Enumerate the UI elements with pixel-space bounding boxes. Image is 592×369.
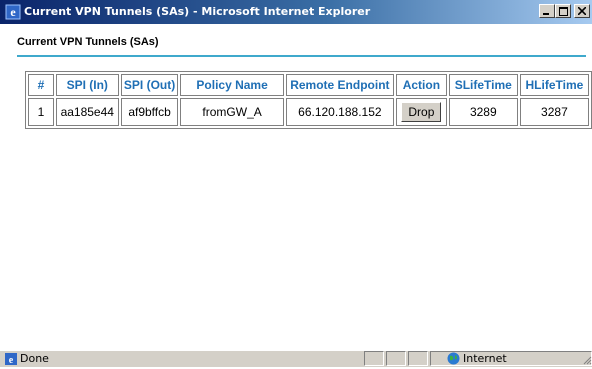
table-header-row: # SPI (In) SPI (Out) Policy Name Remote … — [28, 74, 589, 96]
close-button[interactable] — [574, 4, 590, 18]
status-text: Done — [20, 352, 49, 365]
cell-spi-in: aa185e44 — [55, 98, 119, 126]
heading-divider — [17, 55, 586, 57]
cell-hlifetime: 3287 — [519, 98, 589, 126]
status-pane — [408, 351, 428, 366]
cell-policy-name: fromGW_A — [180, 98, 284, 126]
column-header-policy-name: Policy Name — [180, 74, 284, 96]
page-done-icon: e — [4, 352, 18, 366]
table-row: 1 aa185e44 af9bffcb fromGW_A 66.120.188.… — [28, 98, 589, 126]
svg-text:e: e — [9, 355, 14, 366]
column-header-spi-out: SPI (Out) — [120, 74, 179, 96]
column-header-number: # — [28, 74, 54, 96]
cell-action: Drop — [396, 98, 447, 126]
cell-remote-endpoint: 66.120.188.152 — [285, 98, 394, 126]
drop-button[interactable]: Drop — [401, 102, 442, 122]
vpn-tunnels-table: # SPI (In) SPI (Out) Policy Name Remote … — [25, 71, 592, 129]
status-pane — [386, 351, 406, 366]
cell-number: 1 — [28, 98, 54, 126]
window-title: Current VPN Tunnels (SAs) - Microsoft In… — [24, 5, 371, 18]
maximize-button[interactable] — [555, 4, 571, 18]
cell-spi-out: af9bffcb — [120, 98, 179, 126]
column-header-spi-in: SPI (In) — [55, 74, 119, 96]
status-bar: e Done Internet — [0, 350, 592, 367]
title-bar[interactable]: e Current VPN Tunnels (SAs) - Microsoft … — [0, 0, 592, 24]
minimize-icon — [543, 13, 549, 15]
resize-grip-icon[interactable] — [582, 355, 592, 366]
cell-slifetime: 3289 — [448, 98, 518, 126]
column-header-remote-endpoint: Remote Endpoint — [285, 74, 394, 96]
maximize-icon — [558, 6, 568, 16]
minimize-button[interactable] — [539, 4, 555, 18]
security-zone: Internet — [463, 352, 507, 365]
column-header-slifetime: SLifeTime — [448, 74, 518, 96]
globe-icon — [447, 352, 460, 365]
svg-text:e: e — [10, 5, 16, 19]
column-header-hlifetime: HLifeTime — [519, 74, 589, 96]
page-title: Current VPN Tunnels (SAs) — [17, 36, 159, 48]
ie-icon: e — [5, 4, 21, 20]
close-icon — [578, 7, 586, 15]
column-header-action: Action — [396, 74, 447, 96]
status-pane — [364, 351, 384, 366]
